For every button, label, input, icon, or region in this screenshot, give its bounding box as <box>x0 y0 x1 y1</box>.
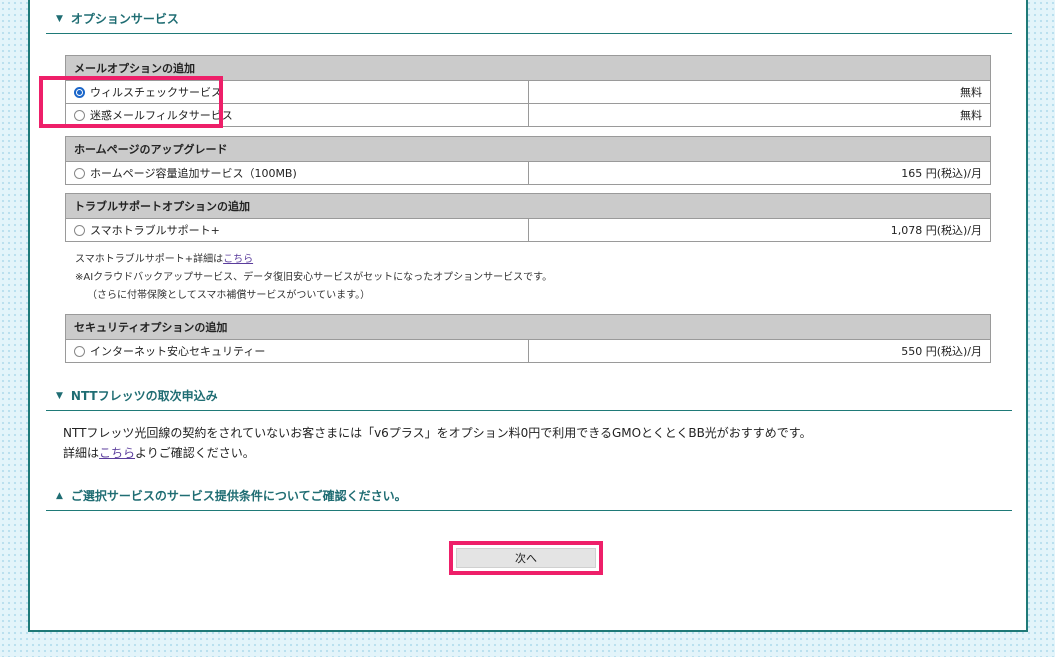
homepage-options-header: ホームページのアップグレード <box>65 136 991 162</box>
radio-unchecked-icon[interactable] <box>74 110 85 121</box>
internet-security-option[interactable]: インターネット安心セキュリティー <box>65 339 529 363</box>
radio-checked-icon[interactable] <box>74 87 85 98</box>
main-panel: ▼ オプションサービス メールオプションの追加 ウィルスチェックサービス 無料 … <box>28 0 1028 632</box>
radio-unchecked-icon[interactable] <box>74 346 85 357</box>
support-notes: スマホトラブルサポート+詳細はこちら ※AIクラウドバックアップサービス、データ… <box>75 251 552 305</box>
option-label: スマホトラブルサポート+ <box>90 224 220 237</box>
terms-section-title: ご選択サービスのサービス提供条件についてご確認ください。 <box>70 489 407 503</box>
option-price: 550 円(税込)/月 <box>528 339 991 363</box>
virus-check-option[interactable]: ウィルスチェックサービス <box>65 80 529 104</box>
option-price: 無料 <box>528 103 991 127</box>
table-row: ウィルスチェックサービス 無料 <box>65 80 991 104</box>
options-section-header[interactable]: ▼ オプションサービス <box>46 4 1012 34</box>
ntt-text: NTTフレッツ光回線の契約をされていないお客さまには「v6プラス」をオプション料… <box>63 426 812 440</box>
support-options-table: トラブルサポートオプションの追加 スマホトラブルサポート+ 1,078 円(税込… <box>65 193 991 242</box>
note-text: （さらに付帯保険としてスマホ補償サービスがついています。） <box>87 290 371 301</box>
radio-unchecked-icon[interactable] <box>74 168 85 179</box>
ntt-text: よりご確認ください。 <box>135 446 255 460</box>
table-row: 迷惑メールフィルタサービス 無料 <box>65 103 991 127</box>
ntt-text: 詳細は <box>63 446 100 460</box>
spam-filter-option[interactable]: 迷惑メールフィルタサービス <box>65 103 529 127</box>
collapse-triangle-icon: ▼ <box>56 390 63 401</box>
note-text: スマホトラブルサポート+詳細は <box>75 254 224 265</box>
table-row: インターネット安心セキュリティー 550 円(税込)/月 <box>65 339 991 363</box>
support-options-header: トラブルサポートオプションの追加 <box>65 193 991 219</box>
note-text: ※AIクラウドバックアップサービス、データ復旧安心サービスがセットになったオプシ… <box>75 272 553 283</box>
option-label: ウィルスチェックサービス <box>90 86 222 99</box>
security-options-table: セキュリティオプションの追加 インターネット安心セキュリティー 550 円(税込… <box>65 314 991 363</box>
table-row: ホームページ容量追加サービス（100MB) 165 円(税込)/月 <box>65 161 991 185</box>
radio-unchecked-icon[interactable] <box>74 225 85 236</box>
support-detail-link[interactable]: こちら <box>223 254 253 265</box>
next-button[interactable]: 次へ <box>456 548 596 568</box>
homepage-capacity-option[interactable]: ホームページ容量追加サービス（100MB) <box>65 161 529 185</box>
option-price: 1,078 円(税込)/月 <box>528 218 991 242</box>
homepage-options-table: ホームページのアップグレード ホームページ容量追加サービス（100MB) 165… <box>65 136 991 185</box>
mail-options-header: メールオプションの追加 <box>65 55 991 81</box>
ntt-description: NTTフレッツ光回線の契約をされていないお客さまには「v6プラス」をオプション料… <box>63 423 812 463</box>
option-label: 迷惑メールフィルタサービス <box>90 109 233 122</box>
ntt-section-title: NTTフレッツの取次申込み <box>70 389 218 403</box>
expand-triangle-icon: ▲ <box>56 490 63 501</box>
option-label: ホームページ容量追加サービス（100MB) <box>90 167 297 180</box>
security-options-header: セキュリティオプションの追加 <box>65 314 991 340</box>
terms-section-header[interactable]: ▲ ご選択サービスのサービス提供条件についてご確認ください。 <box>46 481 1012 511</box>
options-section-title: オプションサービス <box>70 12 179 26</box>
option-price: 165 円(税込)/月 <box>528 161 991 185</box>
smartphone-support-option[interactable]: スマホトラブルサポート+ <box>65 218 529 242</box>
ntt-section-header[interactable]: ▼ NTTフレッツの取次申込み <box>46 381 1012 411</box>
option-label: インターネット安心セキュリティー <box>90 345 266 358</box>
ntt-detail-link[interactable]: こちら <box>99 446 135 460</box>
collapse-triangle-icon: ▼ <box>56 13 63 24</box>
mail-options-table: メールオプションの追加 ウィルスチェックサービス 無料 迷惑メールフィルタサービ… <box>65 55 991 127</box>
option-price: 無料 <box>528 80 991 104</box>
next-button-highlight: 次へ <box>449 541 603 575</box>
table-row: スマホトラブルサポート+ 1,078 円(税込)/月 <box>65 218 991 242</box>
